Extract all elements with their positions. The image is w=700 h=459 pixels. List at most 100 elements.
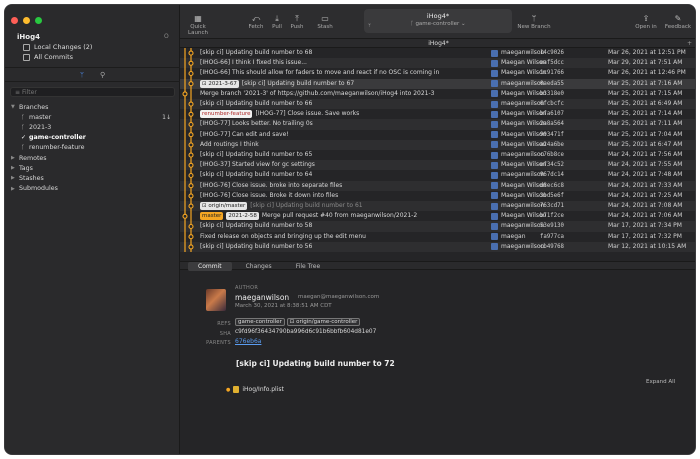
minimize-window-button[interactable]	[23, 17, 30, 24]
stash-button[interactable]: ▭ Stash	[315, 13, 335, 30]
branch-item-master[interactable]: ᚴ master 1↓	[11, 112, 176, 122]
commit-row[interactable]: master 2021-2-58 Merge pull request #40 fr…	[180, 211, 695, 221]
changed-file-item[interactable]: ● iHog/Info.plist	[226, 386, 284, 393]
section-remotes[interactable]: ▶ Remotes	[11, 153, 176, 163]
commit-message-text: [skip ci] Updating build number to 64	[200, 171, 313, 179]
commit-row[interactable]: [IHOG-77] Looks better. No trailing 0s Ma…	[180, 119, 695, 130]
commit-sha-cell: 2a8a564	[540, 121, 564, 128]
commit-node[interactable]	[188, 132, 194, 138]
commit-date-cell: Mar 29, 2021 at 7:51 AM	[608, 59, 683, 67]
commit-node[interactable]	[188, 152, 194, 158]
author-avatar-icon	[491, 120, 498, 128]
tab-commit[interactable]: Commit	[188, 262, 232, 271]
commit-node[interactable]	[182, 213, 188, 219]
commit-message-cell: [IHOG-77] Can edit and save!	[200, 130, 289, 140]
commit-node[interactable]	[188, 223, 194, 230]
commit-row[interactable]: [skip ci] Updating build number to 66 mae…	[180, 99, 695, 110]
commit-node[interactable]	[188, 60, 194, 66]
commit-node[interactable]	[188, 203, 194, 209]
branch-label-badge[interactable]: renumber-feature	[200, 110, 253, 119]
feedback-button[interactable]: ✎ Feedback	[664, 13, 692, 30]
new-branch-button[interactable]: ᛘ New Branch	[516, 13, 552, 30]
commit-row[interactable]: [IHOG-76] Close issue. broke into separa…	[180, 180, 695, 191]
tab-changes[interactable]: Changes	[236, 262, 282, 271]
author-avatar-icon	[491, 243, 498, 251]
branch-item-renumber-feature[interactable]: ᚴ renumber-feature	[11, 143, 176, 153]
filter-input[interactable]: ≡ Filter	[10, 87, 175, 97]
branch-selector[interactable]: ᚴ game-controller ⌄	[364, 21, 512, 27]
branch-label-badge[interactable]: master	[200, 212, 224, 221]
commit-node[interactable]	[188, 81, 194, 87]
commit-row[interactable]: Merge branch '2021-3' of https://github.…	[180, 89, 695, 99]
commit-node[interactable]	[188, 111, 194, 117]
local-changes-icon	[23, 43, 30, 51]
parent-link[interactable]: 676eb6a	[235, 338, 261, 345]
commit-node[interactable]	[188, 50, 194, 56]
author-email[interactable]: maegan@maeganwilson.com	[298, 294, 379, 300]
close-window-button[interactable]	[11, 17, 18, 24]
branch-view-icon[interactable]: ᛘ	[80, 71, 84, 79]
open-in-button[interactable]: ⇪ Open in	[634, 13, 658, 30]
commit-node[interactable]	[188, 142, 194, 148]
ref-pill[interactable]: game-controller	[235, 318, 285, 326]
section-stashes[interactable]: ▶ Stashes	[11, 173, 176, 183]
commit-row[interactable]: Add routings I think Maegan Wilson a24a6be…	[180, 139, 695, 150]
section-tags[interactable]: ▶ Tags	[11, 163, 176, 173]
commit-row[interactable]: Fixed release on objects and bringing up…	[180, 232, 695, 242]
local-changes-item[interactable]: Local Changes (2)	[23, 43, 92, 51]
commit-row[interactable]: [IHOG-37] Started view for gc settings Ma…	[180, 160, 695, 171]
search-view-icon[interactable]: ⚲	[100, 71, 105, 79]
new-tab-button[interactable]: +	[687, 39, 692, 48]
commit-row[interactable]: renumber-feature [IHOG-77] Close issue. S…	[180, 109, 695, 119]
document-tab[interactable]: iHog4* +	[180, 39, 695, 48]
commit-node[interactable]	[188, 244, 194, 250]
commit-row[interactable]: ⊡ origin/master [skip ci] Updating build …	[180, 201, 695, 212]
pull-icon: ⤓	[275, 14, 279, 23]
ref-pill[interactable]: ⊡ origin/game-controller	[286, 318, 361, 326]
branch-item-2021-3[interactable]: ᚴ 2021-3	[11, 122, 176, 132]
commit-row[interactable]: [skip ci] Updating build number to 68 mae…	[180, 48, 695, 58]
commit-row[interactable]: [skip ci] Updating build number to 56 mae…	[180, 241, 695, 252]
commit-node[interactable]	[188, 101, 194, 107]
commit-row[interactable]: [IHOG-66] I think I fixed this issue... M…	[180, 58, 695, 69]
section-submodules[interactable]: ▶ Submodules	[11, 184, 176, 194]
commit-history: [skip ci] Updating build number to 68 mae…	[180, 48, 695, 260]
commit-author-cell: maeganwilson	[491, 221, 544, 231]
zoom-window-button[interactable]	[35, 17, 42, 24]
repo-name[interactable]: iHog4	[17, 33, 40, 41]
commit-row[interactable]: [IHOG-76] Close issue. Broke it down int…	[180, 191, 695, 201]
commit-node[interactable]	[188, 162, 194, 168]
commit-node[interactable]	[188, 121, 194, 128]
tag-badge[interactable]: 2021-2-58	[226, 212, 259, 221]
quick-launch-button[interactable]: ▦ Quick Launch	[180, 13, 216, 36]
commit-node[interactable]	[188, 183, 194, 189]
commit-node[interactable]	[188, 172, 194, 179]
commit-row[interactable]: [skip ci] Updating build number to 58 mae…	[180, 221, 695, 232]
branch-item-game-controller[interactable]: ✓ game-controller	[11, 133, 176, 143]
push-button[interactable]: ⤒ Push	[287, 13, 307, 30]
tab-file-tree[interactable]: File Tree	[286, 262, 330, 271]
commit-row[interactable]: [IHOG-66] This should allow for faders t…	[180, 68, 695, 78]
commit-message-cell: master 2021-2-58 Merge pull request #40 fr…	[200, 211, 417, 221]
all-commits-item[interactable]: All Commits	[23, 53, 73, 61]
commit-message: [skip ci] Updating build number to 72	[236, 359, 395, 368]
commit-row[interactable]: [skip ci] Updating build number to 65 mae…	[180, 150, 695, 160]
commit-row[interactable]: ⊡ 2021-3-67 [skip ci] Updating build numb…	[180, 78, 695, 89]
commit-message-text: Merge pull request #40 from maeganwilson…	[261, 212, 418, 220]
commit-row[interactable]: [skip ci] Updating build number to 64 mae…	[180, 170, 695, 180]
commit-date-cell: Mar 25, 2021 at 6:49 AM	[608, 100, 683, 107]
commit-node[interactable]	[182, 91, 188, 97]
commit-row[interactable]: [IHOG-77] Can edit and save! Maegan Wilso…	[180, 130, 695, 140]
pull-button[interactable]: ⤓ Pull	[268, 13, 286, 30]
fetch-button[interactable]: ⤺ Fetch	[245, 13, 267, 30]
tag-badge[interactable]: ⊡ origin/master	[200, 202, 248, 211]
section-branches[interactable]: ▼ Branches	[11, 102, 176, 112]
commit-node[interactable]	[188, 234, 194, 240]
tag-badge[interactable]: ⊡ 2021-3-67	[200, 79, 239, 88]
commit-node[interactable]	[188, 193, 194, 199]
expand-all-button[interactable]: Expand All	[646, 379, 675, 385]
commit-node[interactable]	[188, 70, 194, 77]
commit-sha[interactable]: c9fd96f36434790ba996d6c91b6bbfb604d81e07	[235, 329, 376, 335]
detail-tabs: Commit Changes File Tree	[180, 261, 695, 271]
section-label: Remotes	[19, 154, 47, 162]
